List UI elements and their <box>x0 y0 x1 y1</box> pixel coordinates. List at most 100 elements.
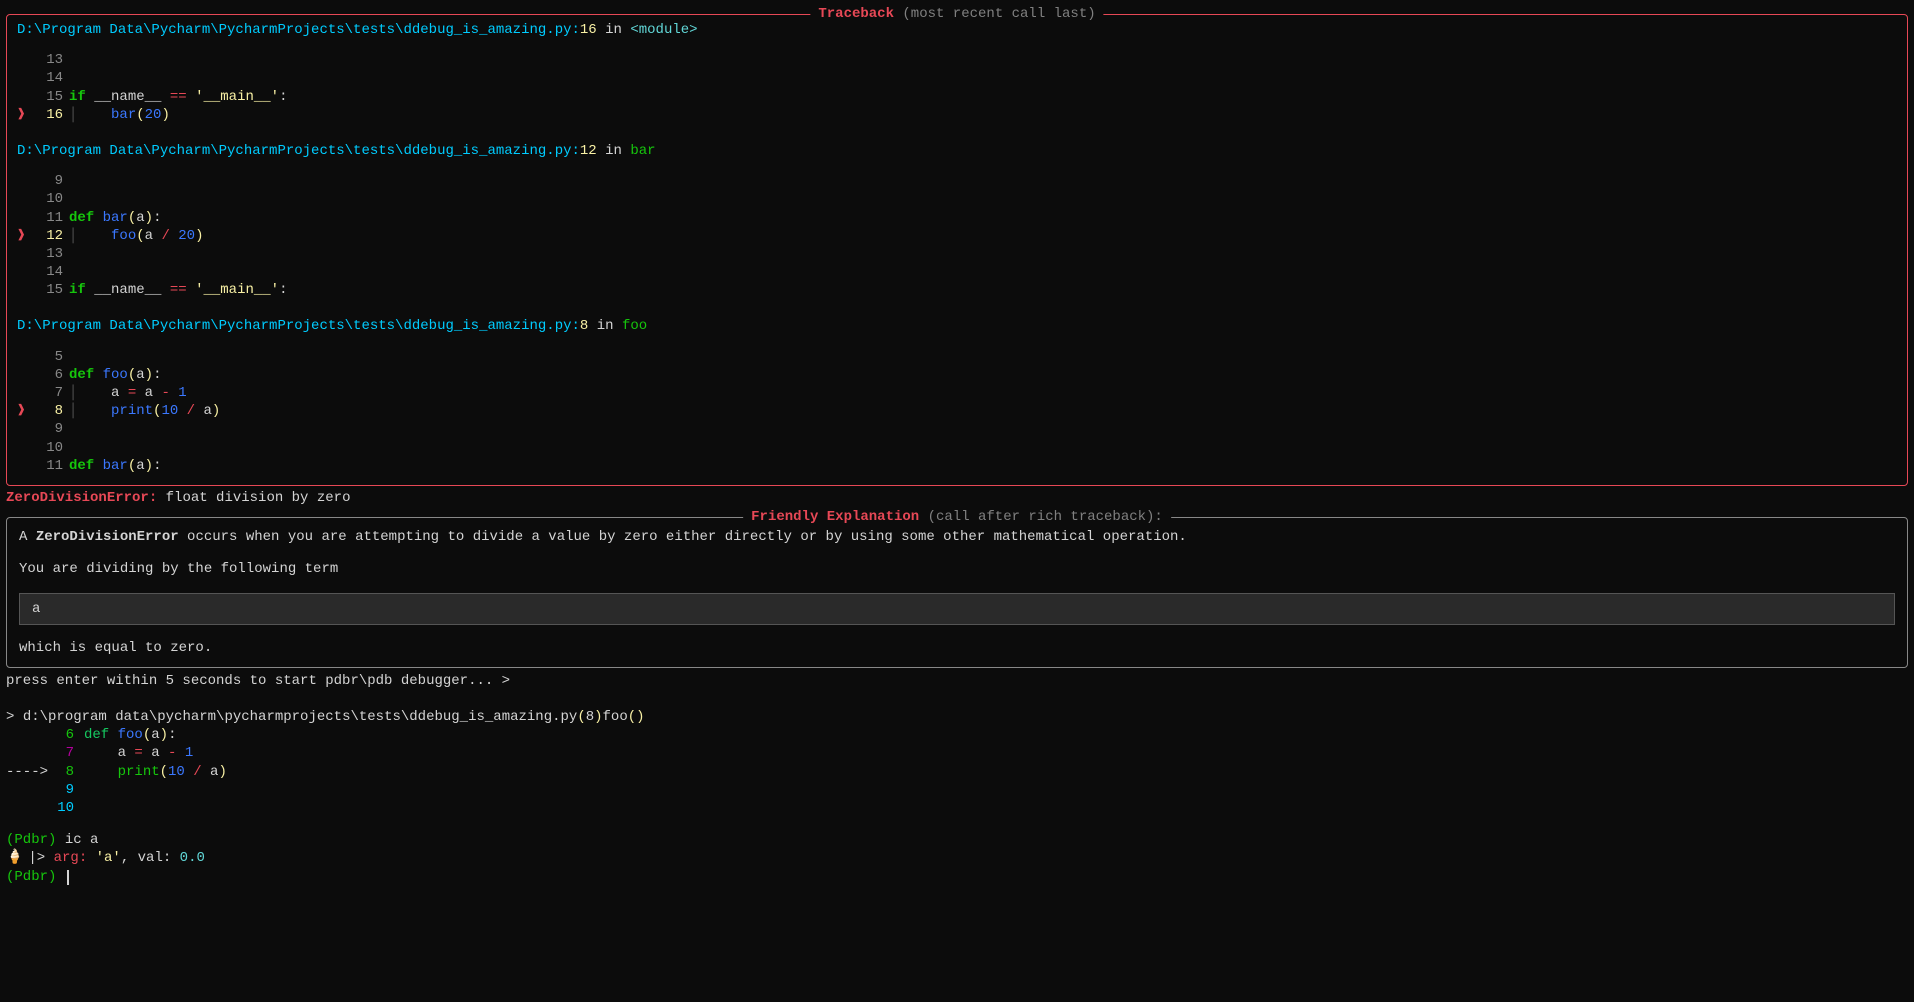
line-marker <box>17 420 35 438</box>
code-line: 7 │ a = a - 1 <box>17 384 1897 402</box>
traceback-title-sub: (most recent call last) <box>902 6 1095 22</box>
friendly-title-sub: (call after rich traceback): <box>928 509 1163 525</box>
cursor-icon <box>67 870 69 885</box>
code-line: ❱8│ print(10 / a) <box>17 402 1897 420</box>
code-line: 13 <box>17 51 1897 69</box>
debugger-arrow <box>6 744 54 762</box>
line-number: 7 <box>35 384 63 402</box>
line-number: 11 <box>35 209 63 227</box>
code-line: 11 def bar(a): <box>17 209 1897 227</box>
line-marker <box>17 384 35 402</box>
line-marker <box>17 281 35 299</box>
error-line: ZeroDivisionError: float division by zer… <box>6 489 1908 507</box>
line-marker <box>17 366 35 384</box>
line-marker <box>17 245 35 263</box>
debugger-output: > d:\program data\pycharm\pycharmproject… <box>6 708 1908 817</box>
line-number: 5 <box>35 348 63 366</box>
line-number: 9 <box>35 420 63 438</box>
term-box: a <box>19 593 1895 625</box>
line-number: 16 <box>35 106 63 124</box>
pdbr-prompt[interactable]: (Pdbr) <box>6 832 56 848</box>
icecream-icon: 🍦 <box>6 849 20 867</box>
code-line: 15 if __name__ == '__main__': <box>17 281 1897 299</box>
debugger-code-line: 6 def foo(a): <box>6 726 1908 744</box>
line-number: 13 <box>35 51 63 69</box>
traceback-panel: Traceback (most recent call last) D:\Pro… <box>6 14 1908 486</box>
traceback-title-main: Traceback <box>818 6 894 22</box>
code-content: def bar(a): <box>69 457 161 475</box>
pdbr-line-2[interactable]: (Pdbr) <box>6 868 1908 886</box>
friendly-line3: which is equal to zero. <box>19 639 1895 657</box>
term-value: a <box>32 601 40 617</box>
code-content: def bar(a): <box>69 209 161 227</box>
code-line: ❱12 │ foo(a / 20) <box>17 227 1897 245</box>
line-marker: ❱ <box>17 106 35 124</box>
line-marker <box>17 348 35 366</box>
debugger-code-line: ---->8 print(10 / a) <box>6 763 1908 781</box>
debugger-line-number: 6 <box>54 726 74 744</box>
line-number: 15 <box>35 88 63 106</box>
code-content: │ foo(a / 20) <box>69 227 204 245</box>
debugger-line-number: 10 <box>54 799 74 817</box>
line-marker <box>17 263 35 281</box>
line-number: 8 <box>35 402 63 420</box>
line-number: 10 <box>35 190 63 208</box>
debugger-code-line: 7 a = a - 1 <box>6 744 1908 762</box>
debugger-code-content: a = a - 1 <box>84 744 193 762</box>
code-content: │ bar(20) <box>69 106 170 124</box>
line-marker <box>17 439 35 457</box>
debugger-line-number: 9 <box>54 781 74 799</box>
line-marker: ❱ <box>17 227 35 245</box>
pdbr-output-line: 🍦 |> arg: 'a', val: 0.0 <box>6 849 1908 867</box>
code-line: 11 def bar(a): <box>17 457 1897 475</box>
line-number: 15 <box>35 281 63 299</box>
code-line: 5 <box>17 348 1897 366</box>
debugger-code-line: 10 <box>6 799 1908 817</box>
pdbr-command: ic a <box>56 832 98 848</box>
debugger-arrow <box>6 781 54 799</box>
debugger-arrow: ----> <box>6 763 54 781</box>
error-name: ZeroDivisionError: <box>6 490 157 506</box>
debugger-code-content: def foo(a): <box>84 726 176 744</box>
line-marker <box>17 190 35 208</box>
code-content: if __name__ == '__main__': <box>69 281 287 299</box>
friendly-line2: You are dividing by the following term <box>19 560 1895 578</box>
traceback-frame: D:\Program Data\Pycharm\PycharmProjects\… <box>17 317 1897 475</box>
code-content: if __name__ == '__main__': <box>69 88 287 106</box>
debugger-code-line: 9 <box>6 781 1908 799</box>
line-marker: ❱ <box>17 402 35 420</box>
code-line: 9 <box>17 172 1897 190</box>
line-number: 11 <box>35 457 63 475</box>
line-number: 10 <box>35 439 63 457</box>
line-marker <box>17 457 35 475</box>
traceback-frame: D:\Program Data\Pycharm\PycharmProjects\… <box>17 21 1897 138</box>
debugger-arrow <box>6 726 54 744</box>
debugger-prompt[interactable]: press enter within 5 seconds to start pd… <box>6 672 1908 690</box>
code-line: 9 <box>17 420 1897 438</box>
debugger-line-number: 7 <box>54 744 74 762</box>
line-marker <box>17 51 35 69</box>
frame-header: D:\Program Data\Pycharm\PycharmProjects\… <box>17 317 1897 335</box>
friendly-title: Friendly Explanation (call after rich tr… <box>743 508 1171 526</box>
line-marker <box>17 209 35 227</box>
code-line: 14 <box>17 69 1897 87</box>
code-line: 14 <box>17 263 1897 281</box>
line-number: 13 <box>35 245 63 263</box>
line-marker <box>17 69 35 87</box>
friendly-line1: A ZeroDivisionError occurs when you are … <box>19 528 1895 546</box>
debugger-header: > d:\program data\pycharm\pycharmproject… <box>6 708 1908 726</box>
pdbr-prompt: (Pdbr) <box>6 869 56 885</box>
friendly-explanation-panel: Friendly Explanation (call after rich tr… <box>6 517 1908 668</box>
code-content: │ a = a - 1 <box>69 384 187 402</box>
line-number: 14 <box>35 69 63 87</box>
line-number: 12 <box>35 227 63 245</box>
code-line: 6def foo(a): <box>17 366 1897 384</box>
line-number: 6 <box>35 366 63 384</box>
frame-header: D:\Program Data\Pycharm\PycharmProjects\… <box>17 21 1897 39</box>
traceback-frame: D:\Program Data\Pycharm\PycharmProjects\… <box>17 142 1897 314</box>
line-marker <box>17 172 35 190</box>
code-line: 10 <box>17 439 1897 457</box>
code-line: ❱16 │ bar(20) <box>17 106 1897 124</box>
pdbr-line-1: (Pdbr) ic a <box>6 831 1908 849</box>
frame-header: D:\Program Data\Pycharm\PycharmProjects\… <box>17 142 1897 160</box>
